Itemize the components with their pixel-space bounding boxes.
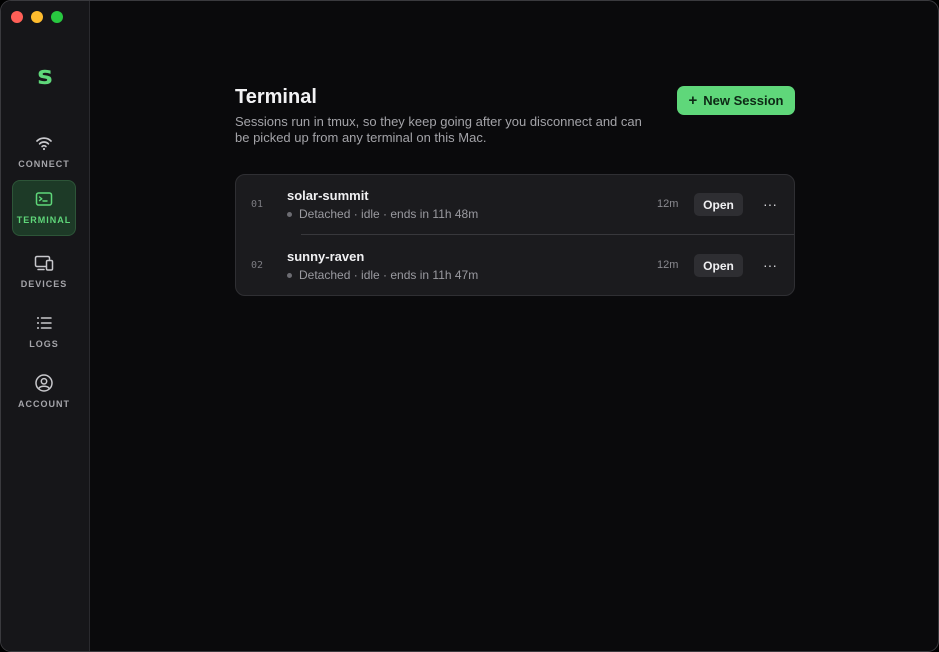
- session-status: Detached · idle · ends in 11h 48m: [287, 207, 478, 221]
- open-session-button[interactable]: Open: [694, 254, 743, 277]
- more-options-icon[interactable]: ···: [758, 194, 782, 214]
- open-session-button[interactable]: Open: [694, 193, 743, 216]
- app-window: s CONNECT TERMINAL DEVICES LOGS ACCOUNT …: [0, 0, 939, 652]
- app-logo: s: [37, 61, 53, 91]
- sidebar-item-label: DEVICES: [20, 279, 68, 289]
- more-options-icon[interactable]: ···: [758, 255, 782, 275]
- sidebar-item-label: CONNECT: [18, 159, 70, 169]
- session-name: solar-summit: [287, 188, 369, 203]
- zoom-window-button[interactable]: [51, 11, 63, 23]
- minimize-window-button[interactable]: [31, 11, 43, 23]
- sessions-list: 01 solar-summit Detached · idle · ends i…: [235, 174, 795, 296]
- sidebar-item-terminal[interactable]: TERMINAL: [12, 180, 76, 236]
- session-index: 01: [251, 199, 264, 210]
- terminal-icon: [35, 192, 53, 206]
- sidebar-item-label: LOGS: [29, 339, 59, 349]
- sidebar-item-devices[interactable]: DEVICES: [12, 245, 76, 301]
- status-dot-icon: [287, 272, 292, 278]
- session-meta: Detached · idle · ends in 11h 48m: [299, 207, 479, 221]
- new-session-button[interactable]: + New Session: [677, 86, 795, 115]
- session-meta: Detached · idle · ends in 11h 47m: [299, 268, 479, 282]
- session-age: 12m: [657, 259, 679, 271]
- session-name: sunny-raven: [287, 249, 365, 264]
- page-title: Terminal: [235, 86, 317, 108]
- session-row[interactable]: 02 sunny-raven Detached · idle · ends in…: [236, 236, 794, 295]
- devices-icon: [34, 255, 54, 271]
- plus-icon: +: [688, 92, 698, 109]
- sidebar-item-logs[interactable]: LOGS: [12, 305, 76, 361]
- window-controls: [11, 11, 63, 23]
- user-circle-icon: [35, 374, 53, 392]
- session-row[interactable]: 01 solar-summit Detached · idle · ends i…: [236, 175, 794, 235]
- new-session-label: New Session: [703, 93, 784, 108]
- status-dot-icon: [287, 211, 292, 217]
- sidebar-item-label: ACCOUNT: [18, 399, 70, 409]
- session-status: Detached · idle · ends in 11h 47m: [287, 268, 478, 282]
- sidebar: s CONNECT TERMINAL DEVICES LOGS ACCOUNT: [1, 1, 90, 651]
- list-icon: [37, 317, 52, 329]
- page-description: Sessions run in tmux, so they keep going…: [235, 114, 642, 145]
- main-content: Terminal Sessions run in tmux, so they k…: [90, 1, 938, 651]
- sidebar-item-connect[interactable]: CONNECT: [12, 125, 76, 181]
- wifi-icon: [36, 137, 52, 151]
- row-divider: [301, 234, 794, 235]
- session-index: 02: [251, 260, 264, 271]
- session-age: 12m: [657, 198, 679, 210]
- close-window-button[interactable]: [11, 11, 23, 23]
- sidebar-item-account[interactable]: ACCOUNT: [12, 365, 76, 421]
- sidebar-item-label: TERMINAL: [16, 215, 72, 225]
